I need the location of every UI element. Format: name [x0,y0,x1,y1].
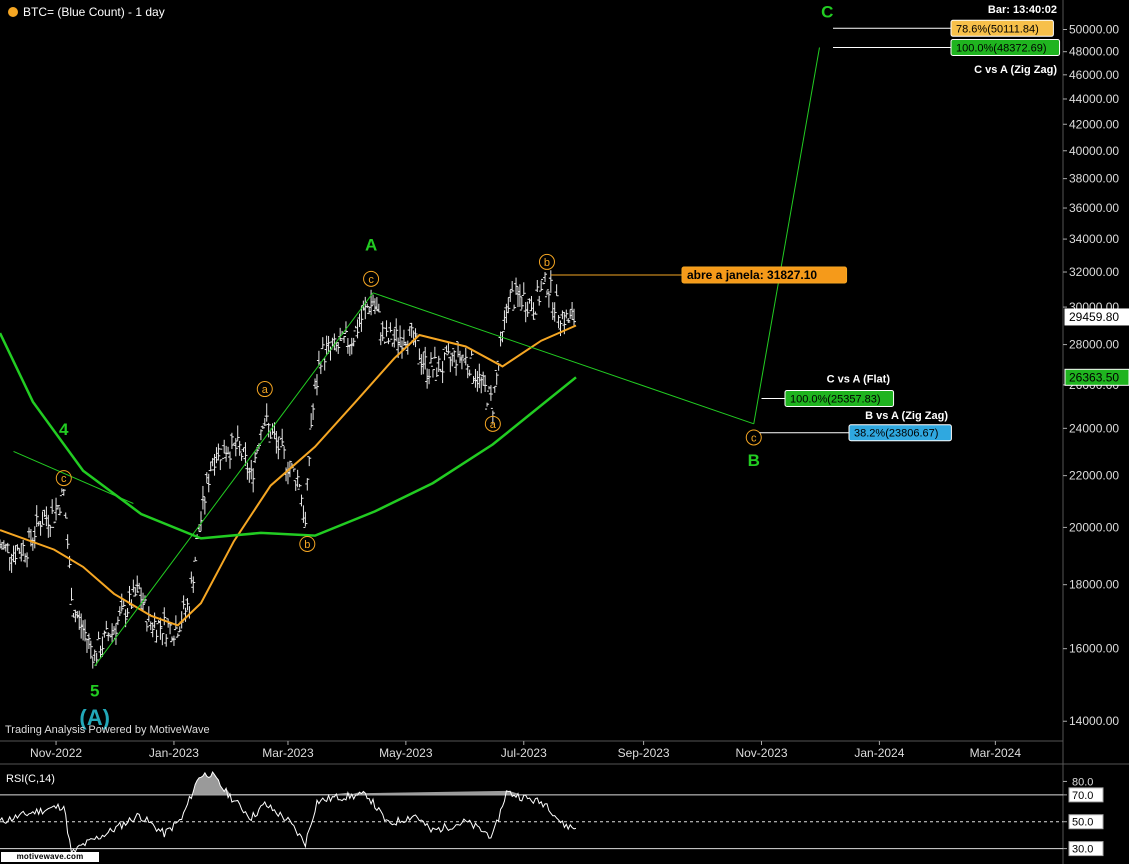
wave-label: a [262,384,269,396]
projection-caption: C vs A (Flat) [827,374,891,386]
time-tick-label: Sep-2023 [618,746,670,760]
price-tick-label: 36000.00 [1069,201,1119,215]
chart-window: 4c5(A)abAcabcBC(B)abre a janela: 31827.1… [0,0,1129,864]
rsi-tick-label: 30.0 [1072,844,1093,856]
price-tick-label: 14000.00 [1069,714,1119,728]
price-tick-label: 44000.00 [1069,92,1119,106]
level-box-label: 78.6%(50111.84) [956,23,1039,35]
time-tick-label: Jan-2024 [854,746,904,760]
wave-label: b [304,539,310,551]
watermark-logo: motivewave.com [1,852,99,862]
rsi-tick-label: 80.0 [1072,776,1093,788]
projection-caption: C vs A (Zig Zag) [974,64,1057,76]
price-tick-label: 48000.00 [1069,45,1119,59]
time-tick-label: Mar-2023 [262,746,314,760]
price-tick-label: 32000.00 [1069,265,1119,279]
price-tick-label: 28000.00 [1069,338,1119,352]
rsi-title: RSI(C,14) [6,773,55,785]
price-tick-label: 20000.00 [1069,520,1119,534]
rsi-tick-label: 50.0 [1072,817,1093,829]
wave-label: b [544,257,550,269]
time-tick-label: May-2023 [379,746,433,760]
time-tick-label: Mar-2024 [970,746,1022,760]
symbol-dot-icon [8,7,18,17]
price-tick-label: 16000.00 [1069,642,1119,656]
wave-label: c [61,473,67,485]
time-tick-label: Jan-2023 [149,746,199,760]
level-box-label: abre a janela: 31827.10 [687,268,817,282]
symbol-label[interactable]: BTC= (Blue Count) - 1 day [23,5,165,19]
current-price-tag-label: 29459.80 [1069,310,1119,324]
price-tick-label: 50000.00 [1069,23,1119,37]
wave-label: C [821,3,833,22]
level-box-label: 38.2%(23806.67) [854,428,938,440]
wave-label: a [490,419,497,431]
time-tick-label: Nov-2023 [735,746,787,760]
price-tick-label: 40000.00 [1069,144,1119,158]
price-tick-label: 38000.00 [1069,172,1119,186]
price-tick-label: 34000.00 [1069,232,1119,246]
price-tick-label: 22000.00 [1069,469,1119,483]
projection-caption: B vs A (Zig Zag) [865,410,948,422]
time-tick-label: Nov-2022 [30,746,82,760]
wave-label: c [368,274,374,286]
price-tick-label: 18000.00 [1069,578,1119,592]
wave-label: B [748,451,760,470]
powered-by-text: Trading Analysis Powered by MotiveWave [5,724,210,736]
wave-label: A [365,235,377,254]
rsi-tick-label: 70.0 [1072,790,1093,802]
wave-label: 5 [90,682,99,701]
price-tick-label: 24000.00 [1069,421,1119,435]
bar-time: Bar: 13:40:02 [987,4,1057,16]
time-tick-label: Jul-2023 [501,746,547,760]
ma-green-last-tag-label: 26363.50 [1069,370,1119,384]
header-bar: BTC= (Blue Count) - 1 day [8,4,165,20]
price-tick-label: 42000.00 [1069,117,1119,131]
level-box-label: 100.0%(48372.69) [956,42,1047,54]
wave-label: c [751,432,757,444]
level-box-label: 100.0%(25357.83) [790,393,881,405]
wave-label: 4 [59,420,69,439]
price-tick-label: 46000.00 [1069,68,1119,82]
